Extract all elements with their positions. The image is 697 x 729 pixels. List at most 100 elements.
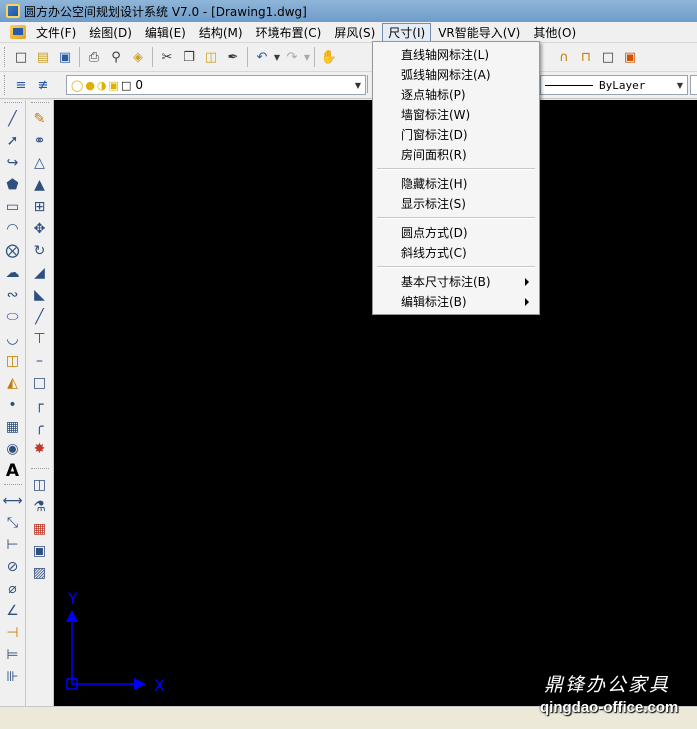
save-icon[interactable]: ▣ — [54, 46, 76, 68]
menu-item-slash-style[interactable]: 斜线方式(C) — [373, 243, 539, 263]
fillet-icon[interactable]: ╭ — [30, 416, 50, 438]
diameter-dimension-icon[interactable]: ⌀ — [3, 578, 23, 600]
match-properties-icon[interactable]: ✒ — [222, 46, 244, 68]
erase-icon[interactable]: ✎ — [30, 108, 50, 130]
baseline-dimension-icon[interactable]: ⊨ — [3, 644, 23, 666]
export-icon[interactable]: ▨ — [30, 562, 50, 584]
spline-icon[interactable]: ∾ — [3, 284, 23, 306]
rectangle-icon[interactable]: ▭ — [3, 196, 23, 218]
menu-screen[interactable]: 屏风(S) — [328, 23, 381, 42]
continue-dimension-icon[interactable]: ⊪ — [3, 666, 23, 688]
publish-icon[interactable]: ◈ — [127, 46, 149, 68]
menu-item-dot-style[interactable]: 圆点方式(D) — [373, 223, 539, 243]
table-icon[interactable]: ▦ — [30, 518, 50, 540]
toolbar-grip[interactable] — [30, 468, 49, 472]
dropdown-arrow-icon[interactable]: ▼ — [273, 46, 281, 68]
menu-item-edit-dimension[interactable]: 编辑标注(B) — [373, 292, 539, 312]
menu-item-show-dimensions[interactable]: 显示标注(S) — [373, 194, 539, 214]
mirror-icon[interactable]: △ — [30, 152, 50, 174]
print-icon[interactable]: ⎙ — [83, 46, 105, 68]
angular-dimension-icon[interactable]: ∠ — [3, 600, 23, 622]
menu-item-hide-dimensions[interactable]: 隐藏标注(H) — [373, 174, 539, 194]
array-icon[interactable]: ⊞ — [30, 196, 50, 218]
quick-dimension-icon[interactable]: ⊣ — [3, 622, 23, 644]
menu-item-basic-dimension[interactable]: 基本尺寸标注(B) — [373, 272, 539, 292]
freeze-viewport-icon[interactable]: ◑ — [97, 79, 107, 92]
copy-icon[interactable]: ❐ — [178, 46, 200, 68]
menu-item-wall-window-dimension[interactable]: 墙窗标注(W) — [373, 105, 539, 125]
open-file-icon[interactable]: ▤ — [32, 46, 54, 68]
rotate-icon[interactable]: ↻ — [30, 240, 50, 262]
menu-structure[interactable]: 结构(M) — [193, 23, 249, 42]
layer-select[interactable]: ◯ ● ◑ ▣ □ 0 ▼ — [66, 75, 366, 95]
menu-other[interactable]: 其他(O) — [527, 23, 582, 42]
join-icon[interactable]: □ — [30, 372, 50, 394]
menu-draw[interactable]: 绘图(D) — [83, 23, 138, 42]
trim-icon[interactable]: ╱ — [30, 306, 50, 328]
scale-icon[interactable]: ◢ — [30, 262, 50, 284]
menu-dimension[interactable]: 尺寸(I) — [382, 22, 432, 42]
door-frame-icon[interactable]: ∩ — [553, 46, 575, 68]
layer-manager-icon[interactable]: ≡ — [10, 74, 32, 96]
construction-line-icon[interactable]: ➚ — [3, 130, 23, 152]
insert-block-icon[interactable]: ◫ — [3, 350, 23, 372]
menu-item-arc-grid-dimension[interactable]: 弧线轴网标注(A) — [373, 65, 539, 85]
break-icon[interactable]: – — [30, 350, 50, 372]
region-icon[interactable]: ◉ — [3, 438, 23, 460]
double-door-icon[interactable]: ⊓ — [575, 46, 597, 68]
toolbar-grip[interactable] — [3, 484, 22, 488]
circle-icon[interactable]: ⨂ — [3, 240, 23, 262]
aligned-dimension-icon[interactable]: ⤡ — [3, 512, 23, 534]
3d-box-icon[interactable]: ▣ — [619, 46, 641, 68]
copy-object-icon[interactable]: ⚭ — [30, 130, 50, 152]
offset-icon[interactable]: ▲ — [30, 174, 50, 196]
chamfer-icon[interactable]: ┌ — [30, 394, 50, 416]
linetype-select[interactable]: ByLayer ▼ — [540, 75, 688, 95]
toolbar-grip[interactable] — [4, 47, 8, 67]
undo-icon[interactable]: ↶ — [251, 46, 273, 68]
toolbar-grip[interactable] — [30, 102, 49, 106]
toolbar-grip[interactable] — [4, 75, 8, 95]
cut-icon[interactable]: ✂ — [156, 46, 178, 68]
layer-previous-icon[interactable]: ≢ — [32, 74, 54, 96]
move-icon[interactable]: ✥ — [30, 218, 50, 240]
stretch-icon[interactable]: ◣ — [30, 284, 50, 306]
new-file-icon[interactable]: □ — [10, 46, 32, 68]
paste-icon[interactable]: ◫ — [200, 46, 222, 68]
ellipse-icon[interactable]: ⬭ — [3, 306, 23, 328]
polyline-icon[interactable]: ↪ — [3, 152, 23, 174]
ellipse-arc-icon[interactable]: ◡ — [3, 328, 23, 350]
point-icon[interactable]: • — [3, 394, 23, 416]
radius-dimension-icon[interactable]: ⊘ — [3, 556, 23, 578]
document-menu-icon[interactable] — [10, 25, 26, 39]
polygon-icon[interactable]: ⬟ — [3, 174, 23, 196]
linear-dimension-icon[interactable]: ⟷ — [2, 490, 22, 512]
sun-icon[interactable]: ● — [85, 79, 95, 92]
menu-file[interactable]: 文件(F) — [30, 23, 82, 42]
menu-vr-import[interactable]: VR智能导入(V) — [432, 23, 526, 42]
menu-environment[interactable]: 环境布置(C) — [250, 23, 328, 42]
revision-cloud-icon[interactable]: ☁ — [3, 262, 23, 284]
arc-icon[interactable]: ◠ — [3, 218, 23, 240]
menu-edit[interactable]: 编辑(E) — [139, 23, 192, 42]
menu-item-point-axis-label[interactable]: 逐点轴标(P) — [373, 85, 539, 105]
object-snap-icon[interactable]: ◫ — [30, 474, 50, 496]
redo-icon[interactable]: ↷ — [281, 46, 303, 68]
extend-icon[interactable]: ⊤ — [30, 328, 50, 350]
menu-item-door-window-dimension[interactable]: 门窗标注(D) — [373, 125, 539, 145]
make-block-icon[interactable]: ◭ — [3, 372, 23, 394]
attach-icon[interactable]: ▣ — [30, 540, 50, 562]
pan-realtime-icon[interactable]: ✋ — [318, 46, 340, 68]
line-icon[interactable]: ╱ — [3, 108, 23, 130]
ordinate-dimension-icon[interactable]: ⊢ — [3, 534, 23, 556]
menu-item-room-area[interactable]: 房间面积(R) — [373, 145, 539, 165]
light-bulb-icon[interactable]: ◯ — [71, 79, 83, 92]
print-preview-icon[interactable]: ⚲ — [105, 46, 127, 68]
chevron-down-icon[interactable]: ▼ — [351, 77, 365, 93]
tag-icon[interactable]: ⚗ — [30, 496, 50, 518]
text-icon[interactable]: A — [3, 460, 23, 482]
chevron-down-icon[interactable]: ▼ — [673, 77, 687, 93]
hatch-icon[interactable]: ▦ — [3, 416, 23, 438]
explode-icon[interactable]: ✸ — [30, 438, 50, 460]
dropdown-arrow-icon[interactable]: ▼ — [303, 46, 311, 68]
